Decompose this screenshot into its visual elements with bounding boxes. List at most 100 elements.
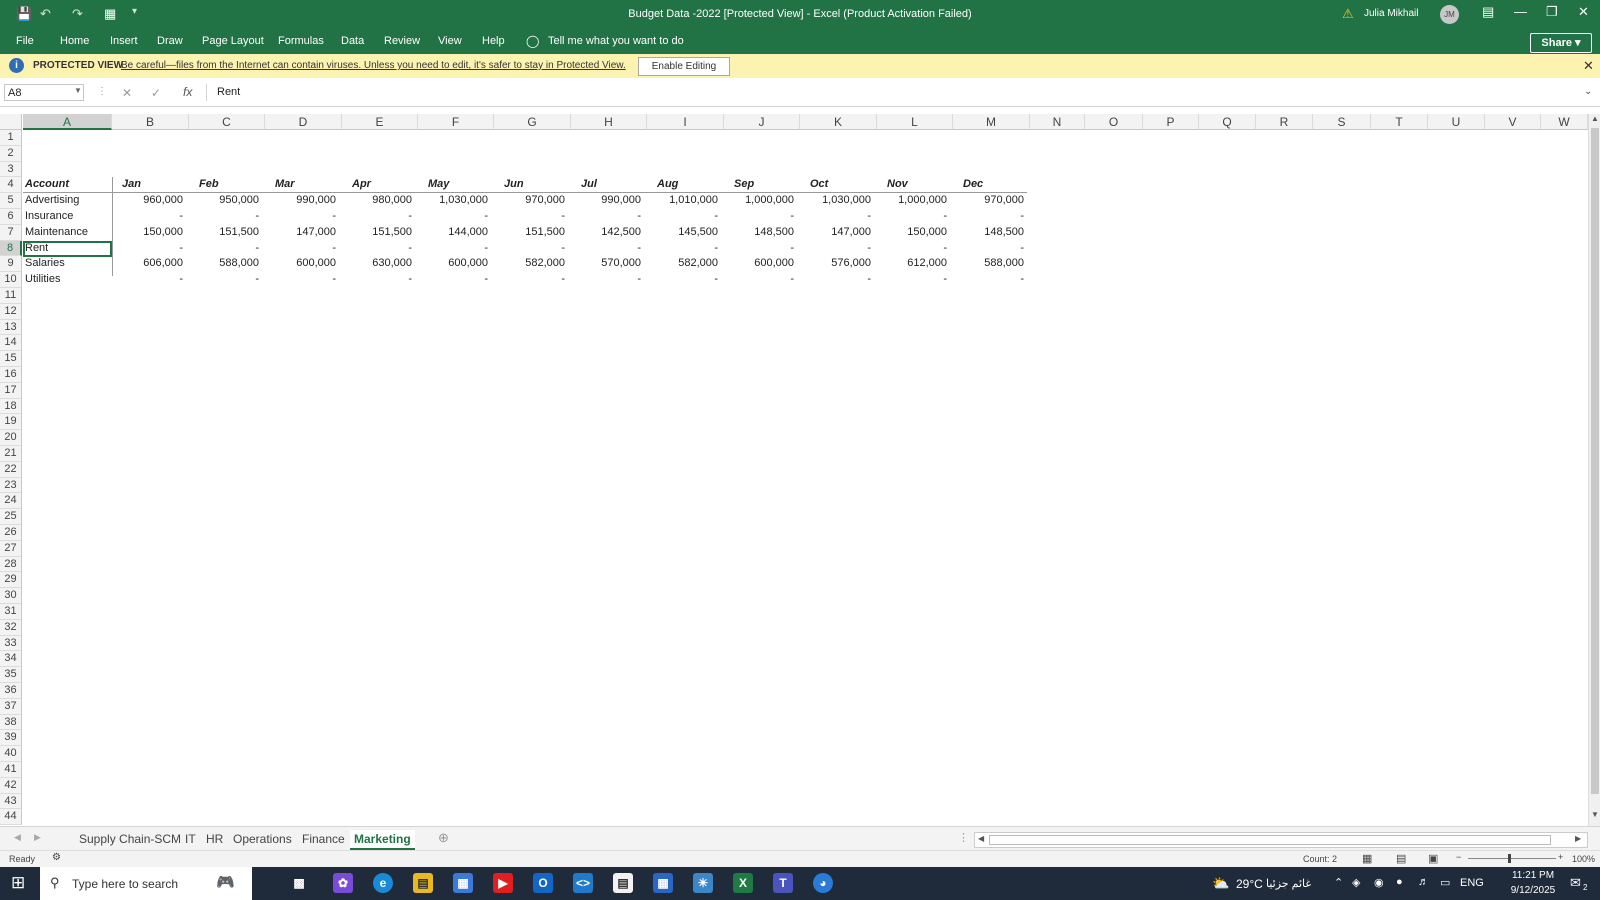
avatar[interactable]: JM [1440, 5, 1459, 24]
column-label-cell[interactable]: Feb [199, 177, 219, 193]
column-header-p[interactable]: P [1143, 114, 1199, 130]
accessibility-icon[interactable]: ⚙ [52, 852, 61, 863]
column-header-d[interactable]: D [265, 114, 342, 130]
value-cell[interactable]: - [724, 272, 794, 288]
column-header-u[interactable]: U [1428, 114, 1485, 130]
teams-icon[interactable]: T [773, 873, 793, 893]
row-header-17[interactable]: 17 [0, 382, 22, 399]
value-cell[interactable]: 150,000 [877, 225, 947, 241]
column-header-w[interactable]: W [1541, 114, 1588, 130]
add-sheet-icon[interactable]: ⊕ [438, 830, 449, 846]
row-header-26[interactable]: 26 [0, 525, 22, 541]
active-cell-outline[interactable] [23, 241, 112, 257]
value-cell[interactable]: - [494, 272, 565, 288]
enable-editing-button[interactable]: Enable Editing [638, 57, 730, 76]
page-break-view-icon[interactable]: ▣ [1428, 852, 1438, 865]
network-icon[interactable]: ◈ [1352, 876, 1360, 889]
value-cell[interactable]: - [877, 241, 947, 257]
restore-icon[interactable]: ❐ [1546, 4, 1558, 20]
value-cell[interactable]: 600,000 [418, 256, 488, 272]
photos-icon[interactable]: ☀ [693, 873, 713, 893]
value-cell[interactable]: - [112, 241, 183, 257]
value-cell[interactable]: - [342, 272, 412, 288]
value-cell[interactable]: 151,500 [189, 225, 259, 241]
row-header-44[interactable]: 44 [0, 809, 22, 826]
tab-splitter-icon[interactable]: ⋮ [958, 831, 969, 844]
weather-text[interactable]: غائم جزئيا [1266, 877, 1311, 890]
value-cell[interactable]: 1,030,000 [418, 193, 488, 209]
row-header-32[interactable]: 32 [0, 619, 22, 636]
value-cell[interactable]: 142,500 [571, 225, 641, 241]
value-cell[interactable]: - [877, 209, 947, 225]
value-cell[interactable]: - [189, 241, 259, 257]
column-label-cell[interactable]: Account [25, 177, 69, 193]
value-cell[interactable]: - [877, 272, 947, 288]
row-header-10[interactable]: 10 [0, 272, 22, 288]
page-layout-view-icon[interactable]: ▤ [1396, 852, 1406, 865]
enter-check-icon[interactable]: ✓ [151, 86, 161, 100]
value-cell[interactable]: 960,000 [112, 193, 183, 209]
value-cell[interactable]: - [189, 209, 259, 225]
ribbon-display-icon[interactable]: ▤ [1482, 4, 1494, 20]
column-header-r[interactable]: R [1256, 114, 1313, 130]
row-header-19[interactable]: 19 [0, 414, 22, 431]
value-cell[interactable]: 1,030,000 [800, 193, 871, 209]
value-cell[interactable]: 990,000 [265, 193, 336, 209]
count-status[interactable]: Count: 2 [1303, 854, 1337, 864]
row-header-8[interactable]: 8 [0, 240, 22, 257]
value-cell[interactable]: 606,000 [112, 256, 183, 272]
clock-time[interactable]: 11:21 PM [1506, 870, 1560, 881]
value-cell[interactable]: - [189, 272, 259, 288]
value-cell[interactable]: 950,000 [189, 193, 259, 209]
row-header-16[interactable]: 16 [0, 367, 22, 383]
value-cell[interactable]: 151,500 [494, 225, 565, 241]
value-cell[interactable]: - [800, 241, 871, 257]
outlook-icon[interactable]: O [533, 873, 553, 893]
tab-help[interactable]: Help [482, 35, 505, 47]
sheet-tab-supply-chain[interactable]: Supply Chain-SCM [79, 830, 181, 848]
value-cell[interactable]: 144,000 [418, 225, 488, 241]
value-cell[interactable]: - [724, 241, 794, 257]
volume-icon[interactable]: ♬ [1418, 876, 1429, 888]
zoom-slider[interactable] [1468, 858, 1556, 859]
column-header-t[interactable]: T [1371, 114, 1428, 130]
value-cell[interactable]: 582,000 [494, 256, 565, 272]
security-icon[interactable]: ◉ [1374, 876, 1384, 889]
value-cell[interactable]: - [571, 209, 641, 225]
row-header-2[interactable]: 2 [0, 145, 22, 162]
user-name[interactable]: Julia Mikhail [1364, 8, 1418, 19]
prev-sheet-icon[interactable]: ◀ [14, 832, 21, 843]
column-label-cell[interactable]: Apr [352, 177, 371, 193]
task-view-icon[interactable]: ▩ [289, 873, 309, 893]
value-cell[interactable]: - [953, 209, 1024, 225]
next-sheet-icon[interactable]: ▶ [34, 832, 41, 843]
close-window-icon[interactable]: ✕ [1578, 4, 1589, 20]
display-icon[interactable]: ▭ [1440, 876, 1450, 889]
row-header-27[interactable]: 27 [0, 540, 22, 557]
weather-temp[interactable]: 29°C [1236, 877, 1263, 891]
value-cell[interactable]: 1,000,000 [724, 193, 794, 209]
vscode-icon[interactable]: <> [573, 873, 593, 893]
column-header-i[interactable]: I [647, 114, 724, 130]
column-label-cell[interactable]: Jul [581, 177, 597, 193]
row-header-33[interactable]: 33 [0, 635, 22, 652]
protected-view-message[interactable]: Be careful—files from the Internet can c… [121, 60, 626, 71]
row-header-5[interactable]: 5 [0, 193, 22, 209]
value-cell[interactable]: - [571, 241, 641, 257]
column-label-cell[interactable]: Dec [963, 177, 983, 193]
column-header-q[interactable]: Q [1199, 114, 1256, 130]
account-name-cell[interactable]: Maintenance [25, 225, 88, 241]
youtube-icon[interactable]: ▶ [493, 873, 513, 893]
value-cell[interactable]: - [265, 272, 336, 288]
row-header-14[interactable]: 14 [0, 335, 22, 352]
row-header-18[interactable]: 18 [0, 398, 22, 415]
value-cell[interactable]: 588,000 [953, 256, 1024, 272]
insert-function-icon[interactable]: fx [183, 85, 192, 99]
row-header-23[interactable]: 23 [0, 477, 22, 494]
value-cell[interactable]: - [647, 241, 718, 257]
store-icon[interactable]: ▦ [453, 873, 473, 893]
chevron-down-icon[interactable]: ▼ [74, 86, 82, 95]
column-header-n[interactable]: N [1030, 114, 1085, 130]
column-header-l[interactable]: L [877, 114, 953, 130]
column-label-cell[interactable]: Jun [504, 177, 524, 193]
